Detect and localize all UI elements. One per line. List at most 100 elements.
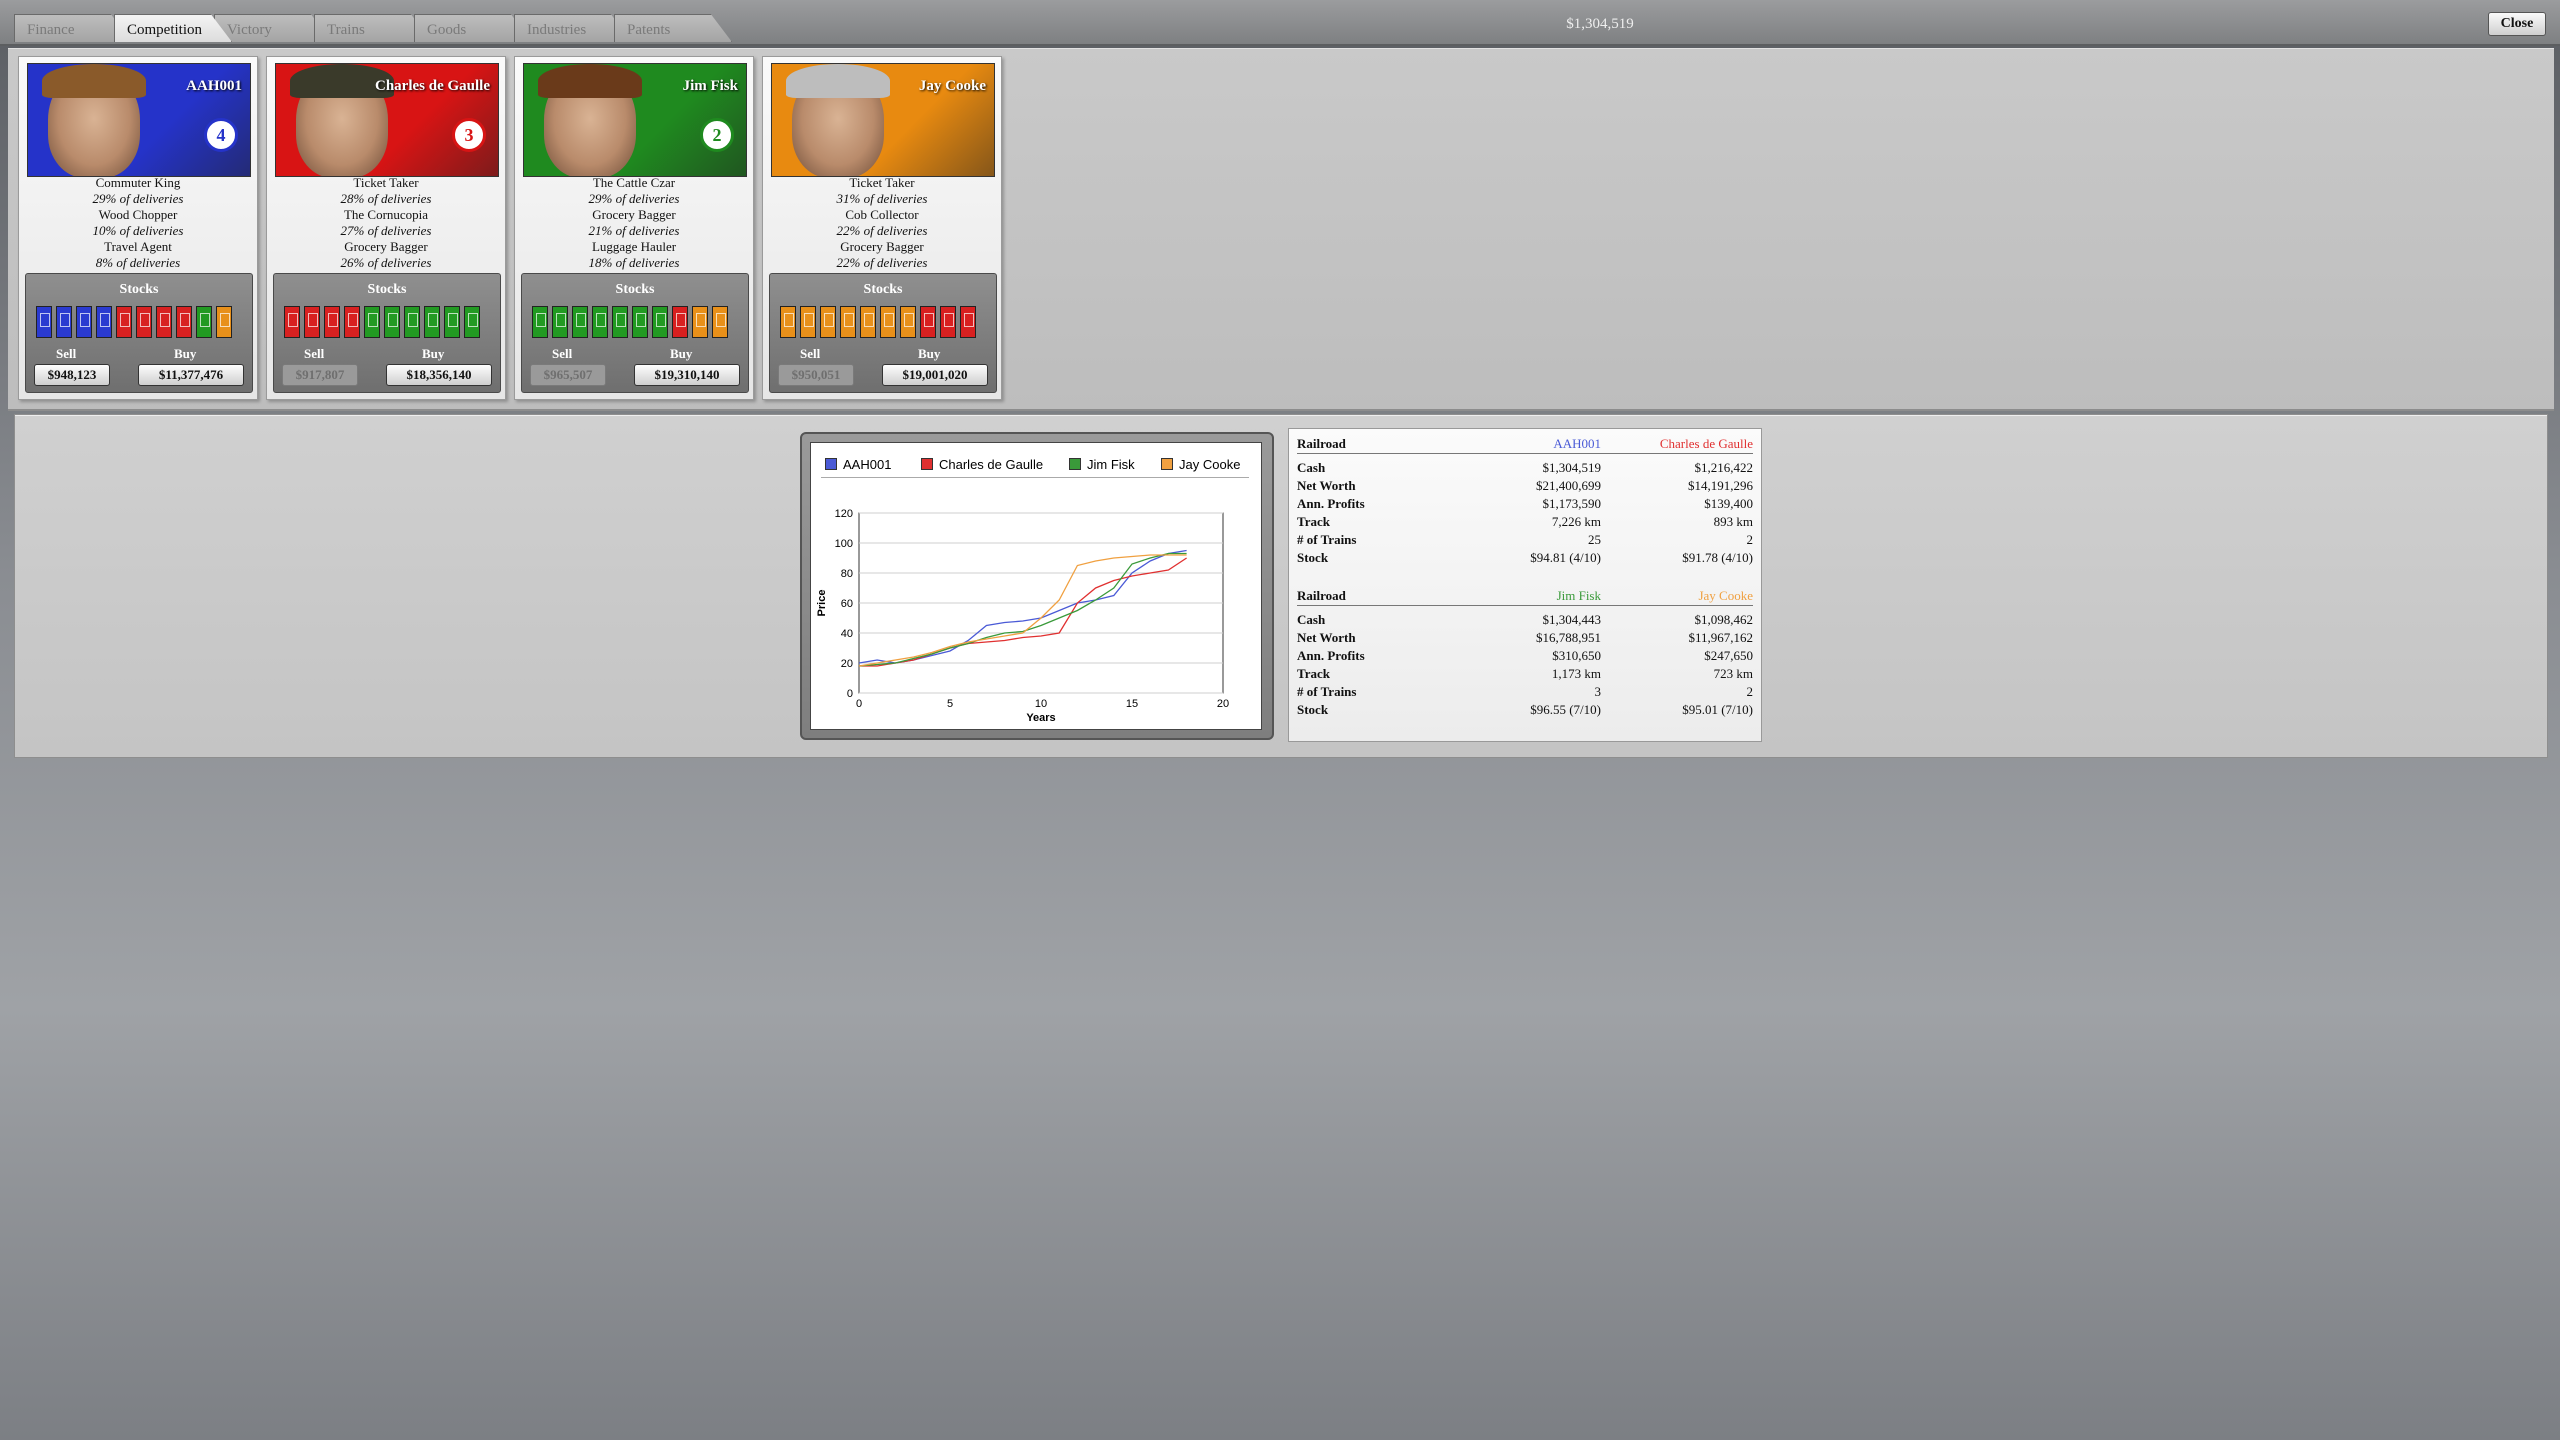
stock-certificate-icon bbox=[56, 306, 72, 338]
stock-certificate-icon bbox=[464, 306, 480, 338]
stats-value: $1,304,443 bbox=[1542, 612, 1602, 627]
legend-label: Jay Cooke bbox=[1179, 457, 1241, 472]
portrait-hair-icon bbox=[786, 64, 890, 98]
stock-certificate-icon bbox=[76, 306, 92, 338]
stock-certificate-icon bbox=[820, 306, 836, 338]
stats-value: $1,173,590 bbox=[1542, 496, 1602, 511]
stock-certificate-icon bbox=[592, 306, 608, 338]
stock-certificate-icon bbox=[216, 306, 232, 338]
job-title: Ticket Taker bbox=[849, 175, 915, 190]
y-axis-label: Price bbox=[816, 590, 828, 617]
stock-certificate-icon bbox=[860, 306, 876, 338]
stock-certificate-icon bbox=[96, 306, 112, 338]
sell-stock-button[interactable]: $950,051 bbox=[778, 364, 854, 386]
stock-price-chart: AAH001 Charles de Gaulle Jim Fisk Jay Cooke… bbox=[810, 442, 1262, 730]
stock-certificates bbox=[284, 306, 490, 340]
chart-legend: AAH001 Charles de Gaulle Jim Fisk Jay Cooke bbox=[821, 455, 1249, 478]
stock-certificate-icon bbox=[384, 306, 400, 338]
stats-header-label: Railroad bbox=[1297, 436, 1346, 451]
stats-value: $95.01 (7/10) bbox=[1682, 702, 1753, 717]
player-name: AAH001 bbox=[186, 78, 242, 94]
stats-label: Ann. Profits bbox=[1297, 496, 1365, 511]
stock-certificate-icon bbox=[940, 306, 956, 338]
job-title: Commuter King bbox=[95, 175, 181, 190]
buy-stock-button[interactable]: $19,310,140 bbox=[634, 364, 740, 386]
stats-label: Cash bbox=[1297, 460, 1326, 475]
buy-label: Buy bbox=[670, 346, 693, 361]
legend-item: Jay Cooke bbox=[1161, 457, 1240, 472]
stats-row: Net Worth $16,788,951 $11,967,162 bbox=[1297, 629, 1753, 647]
y-tick-label: 40 bbox=[841, 628, 853, 640]
stock-certificate-icon bbox=[780, 306, 796, 338]
stats-label: Stock bbox=[1297, 702, 1329, 717]
stats-value: $1,098,462 bbox=[1694, 612, 1754, 627]
rank-medal-icon: 2 bbox=[700, 118, 734, 152]
stock-certificate-icon bbox=[692, 306, 708, 338]
stats-value: 723 km bbox=[1713, 666, 1753, 681]
legend-label: Charles de Gaulle bbox=[939, 457, 1044, 472]
stats-label: # of Trains bbox=[1297, 684, 1357, 699]
player-name: Jay Cooke bbox=[918, 78, 986, 94]
legend-item: AAH001 bbox=[825, 457, 891, 472]
portrait-hair-icon bbox=[42, 64, 146, 98]
stats-value: $139,400 bbox=[1704, 496, 1753, 511]
railroad-stats-table: Railroad AAH001 Charles de Gaulle Cash $1… bbox=[1288, 428, 1762, 742]
stock-certificate-icon bbox=[712, 306, 728, 338]
sell-stock-button[interactable]: $948,123 bbox=[34, 364, 110, 386]
job-list: Ticket Taker 31% of deliveries Cob Collect… bbox=[763, 175, 1001, 271]
stats-label: Track bbox=[1297, 514, 1330, 529]
stats-label: Stock bbox=[1297, 550, 1329, 565]
player-portrait: Jay Cooke bbox=[771, 63, 995, 177]
tab-patents[interactable]: Patents bbox=[614, 14, 732, 42]
player-portrait: Jim Fisk 2 bbox=[523, 63, 747, 177]
stats-value: $11,967,162 bbox=[1688, 630, 1753, 645]
stats-label: Track bbox=[1297, 666, 1330, 681]
y-tick-label: 60 bbox=[841, 598, 853, 610]
job-percentage: 22% of deliveries bbox=[836, 223, 928, 238]
job-title: Cob Collector bbox=[845, 207, 919, 222]
buy-stock-button[interactable]: $19,001,020 bbox=[882, 364, 988, 386]
stock-certificate-icon bbox=[176, 306, 192, 338]
stock-certificate-icon bbox=[632, 306, 648, 338]
player-name: Jim Fisk bbox=[682, 78, 738, 94]
stock-price-chart-frame: AAH001 Charles de Gaulle Jim Fisk Jay Cooke… bbox=[800, 432, 1274, 740]
sell-label: Sell bbox=[56, 346, 77, 361]
stock-certificate-icon bbox=[840, 306, 856, 338]
stock-certificate-icon bbox=[672, 306, 688, 338]
close-button[interactable]: Close bbox=[2488, 12, 2546, 36]
y-tick-label: 20 bbox=[841, 658, 853, 670]
sell-stock-button[interactable]: $965,507 bbox=[530, 364, 606, 386]
sell-label: Sell bbox=[800, 346, 821, 361]
legend-label: AAH001 bbox=[843, 457, 892, 472]
job-list: Ticket Taker 28% of deliveries The Cornuco… bbox=[267, 175, 505, 271]
stats-row: Net Worth $21,400,699 $14,191,296 bbox=[1297, 477, 1753, 495]
job-percentage: 10% of deliveries bbox=[92, 223, 184, 238]
stats-value: 25 bbox=[1588, 532, 1601, 547]
top-bar: Finance Competition Victory Trains Goods… bbox=[0, 0, 2560, 46]
buy-label: Buy bbox=[174, 346, 197, 361]
legend-item: Jim Fisk bbox=[1069, 457, 1135, 472]
buy-stock-button[interactable]: $11,377,476 bbox=[138, 364, 244, 386]
stats-value: $21,400,699 bbox=[1536, 478, 1601, 493]
stock-certificates bbox=[36, 306, 242, 340]
player-cash: $1,304,519 bbox=[1566, 16, 1634, 32]
stats-row: Track 1,173 km 723 km bbox=[1297, 665, 1753, 683]
buy-stock-button[interactable]: $18,356,140 bbox=[386, 364, 492, 386]
job-title: Travel Agent bbox=[104, 239, 172, 254]
job-title: Luggage Hauler bbox=[591, 239, 677, 254]
chart-plot: 0 20 40 60 80 100 120 0 5 10 15 20 Years Price bbox=[816, 508, 1229, 724]
stats-header-row: Railroad Jim Fisk Jay Cooke bbox=[1297, 587, 1753, 606]
stats-row: Cash $1,304,443 $1,098,462 bbox=[1297, 611, 1753, 629]
competitor-card: Charles de Gaulle 3 Ticket Taker 28% of d… bbox=[266, 56, 506, 400]
job-percentage: 8% of deliveries bbox=[95, 255, 181, 270]
stocks-title: Stocks bbox=[119, 282, 159, 297]
sell-stock-button[interactable]: $917,807 bbox=[282, 364, 358, 386]
stats-label: Ann. Profits bbox=[1297, 648, 1365, 663]
x-axis-label: Years bbox=[1026, 712, 1055, 724]
stats-row: Ann. Profits $310,650 $247,650 bbox=[1297, 647, 1753, 665]
job-percentage: 27% of deliveries bbox=[340, 223, 432, 238]
stats-value: 1,173 km bbox=[1551, 666, 1601, 681]
player-portrait: Charles de Gaulle 3 bbox=[275, 63, 499, 177]
stats-railroad-name: Charles de Gaulle bbox=[1659, 436, 1753, 451]
stats-value: $16,788,951 bbox=[1536, 630, 1601, 645]
